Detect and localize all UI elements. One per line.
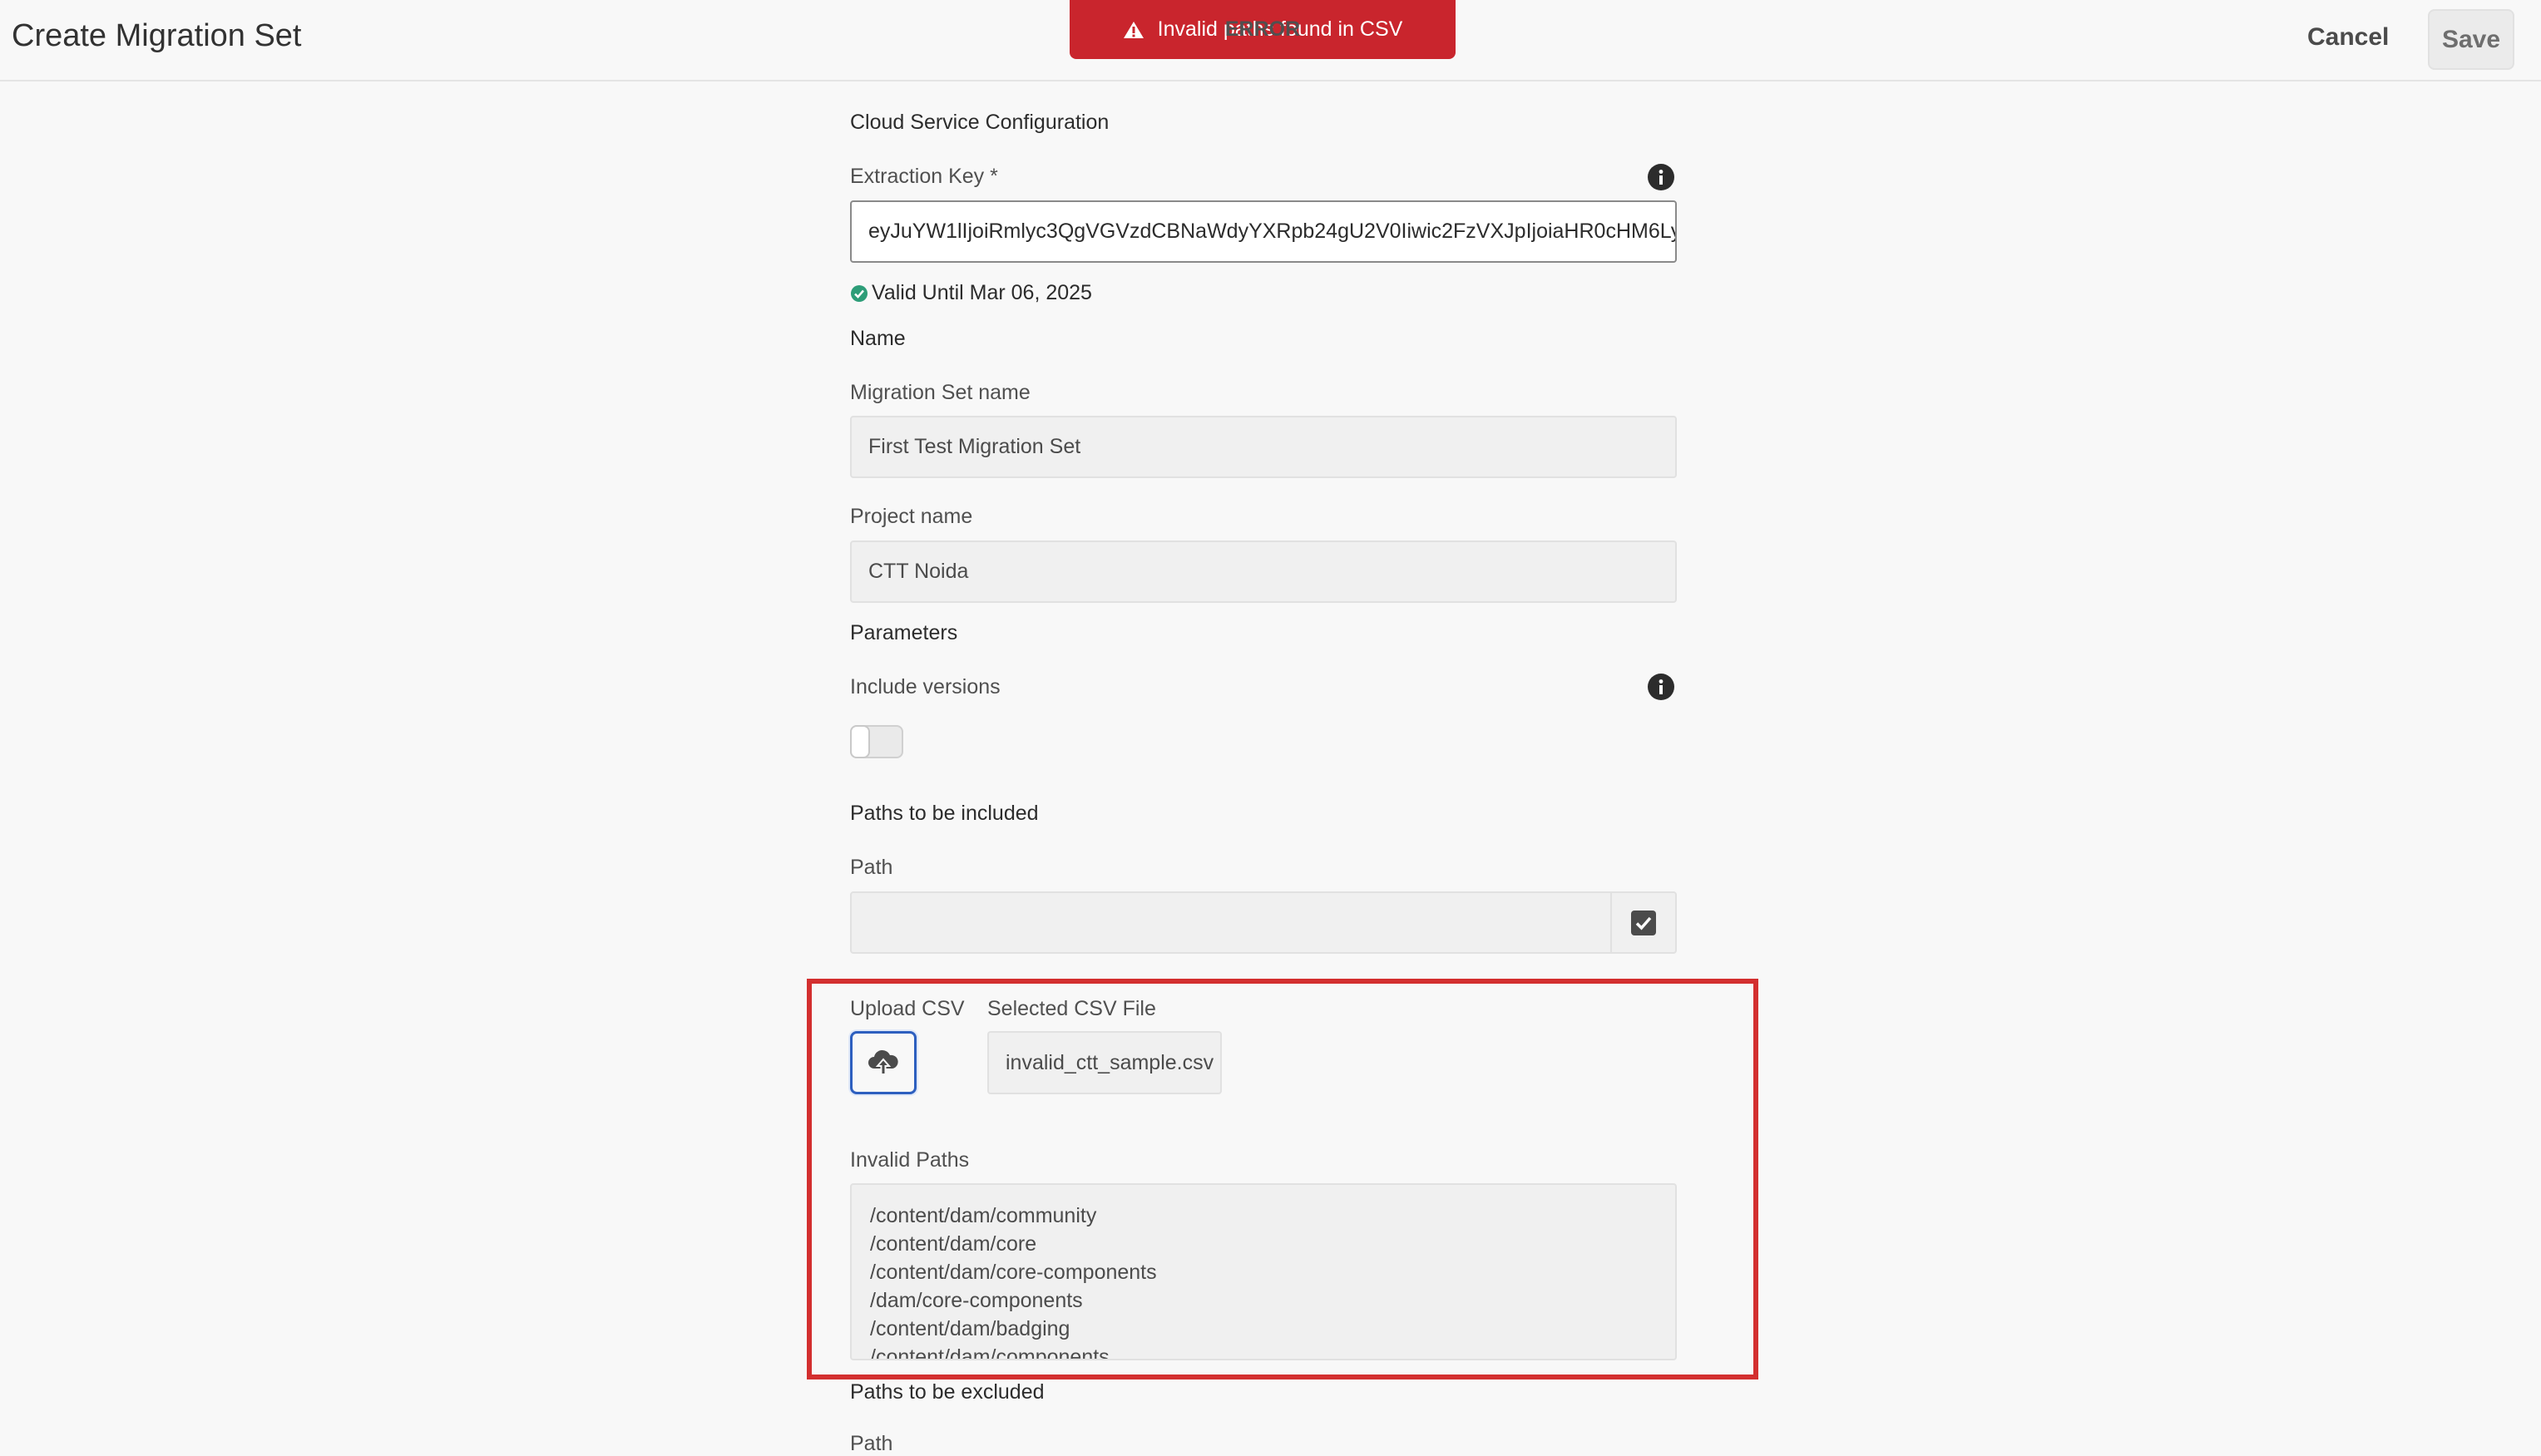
path-input[interactable] [850,891,1677,954]
info-icon[interactable] [1647,163,1675,191]
cloud-section-heading: Cloud Service Configuration [850,111,1110,134]
migration-set-name-label: Migration Set name [850,381,1031,404]
checkbox-icon [1631,910,1656,935]
invalid-paths-list[interactable]: /content/dam/community /content/dam/core… [850,1183,1677,1360]
valid-until-text: Valid Until Mar 06, 2025 [872,281,1092,304]
extraction-key-label: Extraction Key * [850,165,998,188]
upload-csv-button[interactable] [850,1031,917,1094]
valid-until-status: Valid Until Mar 06, 2025 [850,281,1092,305]
upload-csv-label: Upload CSV [850,997,965,1020]
toggle-knob [850,725,870,758]
list-item: /content/dam/components [870,1345,1110,1360]
selected-csv-file: invalid_ctt_sample.csv [987,1031,1222,1094]
path-excluded-label: Path [850,1432,893,1455]
invalid-paths-label: Invalid Paths [850,1148,970,1172]
include-versions-toggle[interactable] [850,725,903,758]
parameters-section-heading: Parameters [850,621,958,644]
extraction-key-input[interactable]: eyJuYW1lIjoiRmlyc3QgVGVzdCBNaWdyYXRpb24g… [850,200,1677,263]
info-icon[interactable] [1647,673,1675,701]
page-title: Create Migration Set [12,18,302,53]
name-section-heading: Name [850,327,906,350]
project-name-field[interactable]: CTT Noida [850,540,1677,603]
list-item: /content/dam/core-components [870,1261,1157,1284]
list-item: /content/dam/badging [870,1317,1070,1340]
list-item: /dam/core-components [870,1289,1083,1312]
path-confirm-button[interactable] [1610,893,1675,952]
alert-icon [1123,21,1144,38]
include-versions-label: Include versions [850,675,1001,698]
save-button[interactable]: Save [2428,9,2514,70]
list-item: /content/dam/community [870,1204,1097,1227]
project-name-label: Project name [850,505,973,528]
list-item: /content/dam/core [870,1232,1037,1256]
paths-excluded-section-heading: Paths to be excluded [850,1380,1045,1404]
error-toast: ERROR Invalid paths found in CSV [1070,0,1456,59]
selected-csv-label: Selected CSV File [987,997,1156,1020]
paths-included-section-heading: Paths to be included [850,802,1039,825]
migration-set-name-field[interactable]: First Test Migration Set [850,416,1677,478]
path-label: Path [850,856,893,879]
upload-cloud-icon [868,1049,898,1075]
checkmark-circle-icon [851,284,868,302]
cancel-button[interactable]: Cancel [2307,23,2389,52]
top-bar: Create Migration Set ERROR Invalid paths… [0,0,2541,81]
toast-label: ERROR [1224,17,1301,41]
